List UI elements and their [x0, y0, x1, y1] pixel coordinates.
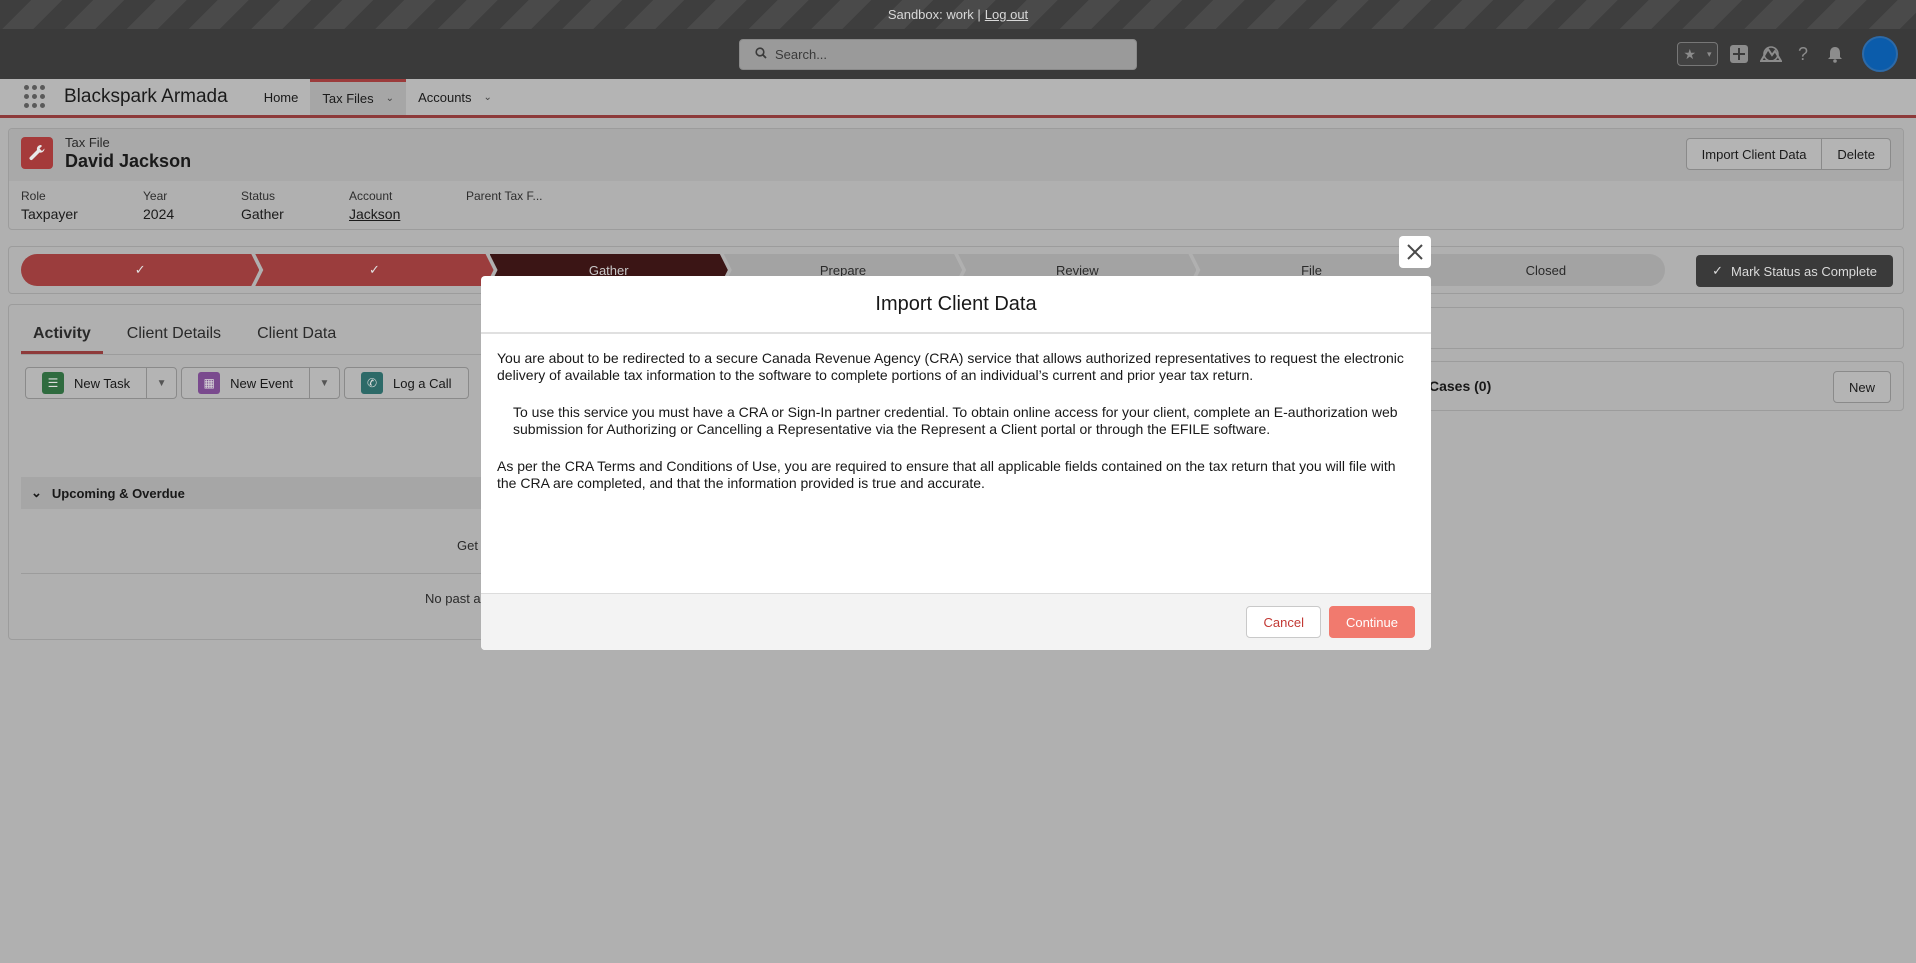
continue-button[interactable]: Continue: [1328, 606, 1415, 638]
tab-client-data[interactable]: Client Data: [245, 325, 348, 354]
field-label: Role: [21, 189, 46, 203]
header-icons: ★ ▾ ?: [1677, 36, 1898, 72]
chevron-down-icon[interactable]: ⌄: [386, 93, 394, 104]
wrench-icon: [21, 137, 53, 169]
nav-item-home[interactable]: Home: [252, 79, 311, 115]
logout-link[interactable]: Log out: [985, 7, 1028, 22]
cancel-button[interactable]: Cancel: [1246, 606, 1321, 638]
new-task-label: New Task: [74, 375, 131, 391]
calendar-icon: ▦: [198, 372, 221, 394]
new-case-button[interactable]: New: [1832, 371, 1891, 403]
favorites-button[interactable]: ★ ▾: [1677, 42, 1718, 66]
path-stage-closed[interactable]: Closed: [1426, 254, 1665, 286]
new-task-button[interactable]: ☰ New Task: [26, 368, 146, 398]
field-label: Account: [349, 189, 393, 203]
search-placeholder: Search...: [775, 47, 828, 62]
account-link[interactable]: Jackson: [349, 206, 466, 222]
new-event-button[interactable]: ▦ New Event: [182, 368, 309, 398]
import-client-data-modal: Import Client Data You are about to be r…: [481, 276, 1431, 650]
modal-paragraph-redirect: You are about to be redirected to a secu…: [497, 350, 1404, 383]
close-icon[interactable]: [1399, 236, 1431, 268]
user-avatar[interactable]: [1862, 36, 1898, 72]
mark-status-label: Mark Status as Complete: [1731, 263, 1877, 279]
log-call-button-group: ✆ Log a Call: [344, 367, 469, 399]
trailhead-icon[interactable]: [1760, 43, 1782, 65]
record-type: Tax File: [65, 135, 110, 150]
related-card: ): [1410, 307, 1904, 349]
field-label: Year: [143, 189, 168, 203]
highlights-panel: Role Taxpayer Year 2024 Status Gather Ac…: [21, 189, 586, 222]
app-launcher-icon[interactable]: [24, 85, 48, 109]
record-actions: Import Client Data Delete: [1685, 138, 1891, 170]
chevron-down-icon[interactable]: ▼: [309, 368, 339, 398]
delete-button[interactable]: Delete: [1822, 138, 1891, 170]
modal-paragraph-credential: To use this service you must have a CRA …: [513, 404, 1398, 437]
path-stage-completed[interactable]: ✓: [255, 254, 493, 286]
global-search[interactable]: Search...: [739, 39, 1137, 70]
field-account: Account Jackson: [349, 189, 466, 222]
empty-state-text: Get: [457, 538, 478, 553]
tab-client-details[interactable]: Client Details: [115, 325, 233, 354]
related-cases-card: Cases (0) New: [1410, 361, 1904, 411]
modal-footer: Cancel Continue: [481, 594, 1431, 650]
field-role: Role Taxpayer: [21, 189, 143, 222]
app-navigation: Blackspark Armada Home Tax Files ⌄ Accou…: [0, 79, 1916, 118]
cases-title[interactable]: Cases (0): [1429, 378, 1491, 394]
search-icon: [755, 47, 767, 62]
modal-title: Import Client Data: [481, 276, 1431, 334]
phone-icon: ✆: [361, 372, 383, 394]
field-value: Taxpayer: [21, 206, 78, 222]
no-past-activity-text: No past a: [425, 591, 481, 606]
star-icon: ★: [1683, 45, 1697, 62]
app-name: Blackspark Armada: [64, 86, 228, 107]
log-call-button[interactable]: ✆ Log a Call: [345, 368, 468, 398]
field-status: Status Gather: [241, 189, 349, 222]
global-header: Search... ★ ▾ ?: [0, 29, 1916, 79]
global-actions-plus-icon[interactable]: [1728, 43, 1750, 65]
new-event-button-group: ▦ New Event ▼: [181, 367, 340, 399]
nav-item-label: Home: [263, 89, 299, 105]
chevron-down-icon[interactable]: ▼: [146, 368, 176, 398]
field-year: Year 2024: [143, 189, 241, 222]
record-header-top: [9, 129, 1903, 181]
path-stage-completed[interactable]: ✓: [21, 254, 259, 286]
tab-activity[interactable]: Activity: [21, 325, 103, 354]
field-value: Gather: [241, 206, 284, 222]
nav-item-accounts[interactable]: Accounts ⌄: [406, 79, 504, 115]
record-name: David Jackson: [65, 151, 192, 171]
new-event-label: New Event: [230, 375, 293, 391]
record-header: Tax File David Jackson Import Client Dat…: [8, 128, 1904, 230]
field-label: Status: [241, 189, 276, 203]
upcoming-overdue-label: Upcoming & Overdue: [51, 485, 185, 501]
field-label: Parent Tax F...: [466, 189, 543, 203]
nav-item-label: Accounts: [418, 89, 472, 105]
nav-item-label: Tax Files: [322, 91, 374, 106]
new-task-button-group: ☰ New Task ▼: [25, 367, 178, 399]
mark-status-complete-button[interactable]: ✓ Mark Status as Complete: [1696, 255, 1893, 287]
activity-actions: ☰ New Task ▼ ▦ New Event ▼ ✆ Log a Call: [25, 367, 469, 399]
chevron-down-icon: ▾: [1706, 48, 1712, 59]
checkmark-icon: ✓: [1712, 263, 1724, 278]
log-call-label: Log a Call: [393, 375, 452, 391]
field-parent-tax-file: Parent Tax F...: [466, 189, 586, 222]
chevron-down-icon[interactable]: ⌄: [484, 92, 492, 103]
field-value: 2024: [143, 206, 175, 222]
modal-paragraph-terms: As per the CRA Terms and Conditions of U…: [497, 458, 1396, 491]
task-icon: ☰: [42, 372, 64, 394]
sandbox-banner: Sandbox: work | Log out: [0, 0, 1916, 29]
chevron-down-icon: ⌄: [31, 485, 42, 500]
modal-body: You are about to be redirected to a secu…: [481, 334, 1431, 594]
nav-item-tax-files[interactable]: Tax Files ⌄: [310, 79, 407, 115]
help-icon[interactable]: ?: [1792, 43, 1814, 65]
import-client-data-button[interactable]: Import Client Data: [1685, 138, 1823, 170]
notifications-bell-icon[interactable]: [1824, 43, 1846, 65]
sandbox-label: Sandbox: work |: [887, 7, 981, 22]
